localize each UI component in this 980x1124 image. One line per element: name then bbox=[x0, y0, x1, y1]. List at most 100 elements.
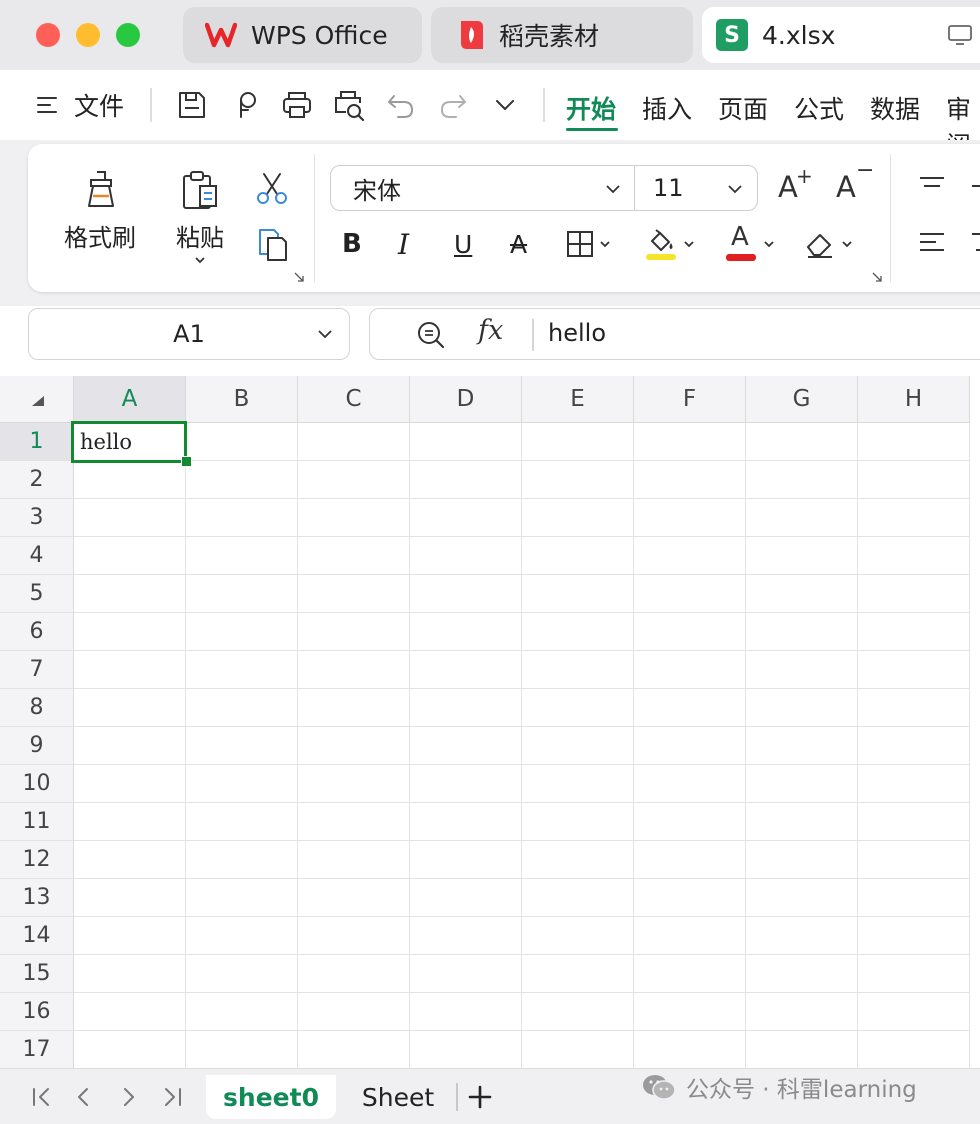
column-header-e[interactable]: E bbox=[522, 376, 634, 423]
cell-b8[interactable] bbox=[186, 689, 298, 727]
cell-d11[interactable] bbox=[410, 803, 522, 841]
cell-b12[interactable] bbox=[186, 841, 298, 879]
cell-e2[interactable] bbox=[522, 461, 634, 499]
cell-g7[interactable] bbox=[746, 651, 858, 689]
cell-b13[interactable] bbox=[186, 879, 298, 917]
cell-e3[interactable] bbox=[522, 499, 634, 537]
row-header-13[interactable]: 13 bbox=[0, 879, 74, 917]
cell-h9[interactable] bbox=[858, 727, 970, 765]
row-header-9[interactable]: 9 bbox=[0, 727, 74, 765]
sheet-tab-sheet[interactable]: Sheet bbox=[350, 1075, 446, 1119]
formula-bar[interactable]: fx hello bbox=[369, 308, 980, 360]
increase-font-size-button[interactable]: A + bbox=[778, 164, 813, 204]
zoom-window-button[interactable] bbox=[116, 23, 140, 47]
row-header-6[interactable]: 6 bbox=[0, 613, 74, 651]
last-sheet-icon[interactable] bbox=[158, 1083, 186, 1111]
cell-h15[interactable] bbox=[858, 955, 970, 993]
row-header-15[interactable]: 15 bbox=[0, 955, 74, 993]
cell-a6[interactable] bbox=[74, 613, 186, 651]
cell-c8[interactable] bbox=[298, 689, 410, 727]
cell-a7[interactable] bbox=[74, 651, 186, 689]
cell-a8[interactable] bbox=[74, 689, 186, 727]
borders-button[interactable] bbox=[566, 224, 612, 264]
row-header-5[interactable]: 5 bbox=[0, 575, 74, 613]
cell-g5[interactable] bbox=[746, 575, 858, 613]
cell-b5[interactable] bbox=[186, 575, 298, 613]
cell-g16[interactable] bbox=[746, 993, 858, 1031]
column-header-d[interactable]: D bbox=[410, 376, 522, 423]
column-header-c[interactable]: C bbox=[298, 376, 410, 423]
cell-h11[interactable] bbox=[858, 803, 970, 841]
cell-b2[interactable] bbox=[186, 461, 298, 499]
cell-h14[interactable] bbox=[858, 917, 970, 955]
row-header-7[interactable]: 7 bbox=[0, 651, 74, 689]
row-header-11[interactable]: 11 bbox=[0, 803, 74, 841]
file-menu[interactable]: 文件 bbox=[36, 70, 124, 140]
cell-e6[interactable] bbox=[522, 613, 634, 651]
cut-scissors-icon[interactable] bbox=[252, 170, 292, 206]
bold-button[interactable]: B bbox=[342, 224, 362, 264]
name-box[interactable]: A1 bbox=[28, 308, 350, 360]
cell-f6[interactable] bbox=[634, 613, 746, 651]
clipboard-dialog-launcher-icon[interactable] bbox=[294, 272, 304, 282]
cell-g15[interactable] bbox=[746, 955, 858, 993]
cell-g13[interactable] bbox=[746, 879, 858, 917]
cell-f2[interactable] bbox=[634, 461, 746, 499]
tab-page[interactable]: 页面 bbox=[718, 90, 768, 126]
row-header-16[interactable]: 16 bbox=[0, 993, 74, 1031]
cell-h12[interactable] bbox=[858, 841, 970, 879]
cell-d5[interactable] bbox=[410, 575, 522, 613]
cell-f12[interactable] bbox=[634, 841, 746, 879]
cell-g10[interactable] bbox=[746, 765, 858, 803]
cell-c1[interactable] bbox=[298, 423, 410, 461]
cell-e11[interactable] bbox=[522, 803, 634, 841]
cell-f8[interactable] bbox=[634, 689, 746, 727]
format-painter-button[interactable]: 格式刷 bbox=[62, 168, 138, 253]
cell-c14[interactable] bbox=[298, 917, 410, 955]
cell-a1[interactable]: hello bbox=[74, 423, 186, 461]
cell-a17[interactable] bbox=[74, 1031, 186, 1069]
cell-c15[interactable] bbox=[298, 955, 410, 993]
cell-d14[interactable] bbox=[410, 917, 522, 955]
cell-g2[interactable] bbox=[746, 461, 858, 499]
cell-e7[interactable] bbox=[522, 651, 634, 689]
cell-f9[interactable] bbox=[634, 727, 746, 765]
cell-g11[interactable] bbox=[746, 803, 858, 841]
cell-e10[interactable] bbox=[522, 765, 634, 803]
cell-d13[interactable] bbox=[410, 879, 522, 917]
cell-a2[interactable] bbox=[74, 461, 186, 499]
cell-d4[interactable] bbox=[410, 537, 522, 575]
column-header-b[interactable]: B bbox=[186, 376, 298, 423]
cell-a4[interactable] bbox=[74, 537, 186, 575]
cell-c10[interactable] bbox=[298, 765, 410, 803]
cell-f14[interactable] bbox=[634, 917, 746, 955]
prev-sheet-icon[interactable] bbox=[70, 1083, 98, 1111]
cell-g14[interactable] bbox=[746, 917, 858, 955]
row-header-4[interactable]: 4 bbox=[0, 537, 74, 575]
add-sheet-plus-icon[interactable] bbox=[466, 1083, 494, 1111]
cell-e8[interactable] bbox=[522, 689, 634, 727]
cell-e15[interactable] bbox=[522, 955, 634, 993]
cell-e4[interactable] bbox=[522, 537, 634, 575]
cell-h2[interactable] bbox=[858, 461, 970, 499]
cell-g8[interactable] bbox=[746, 689, 858, 727]
cell-b16[interactable] bbox=[186, 993, 298, 1031]
tab-formula[interactable]: 公式 bbox=[794, 90, 844, 126]
cell-c11[interactable] bbox=[298, 803, 410, 841]
italic-button[interactable]: I bbox=[398, 224, 409, 264]
cell-g17[interactable] bbox=[746, 1031, 858, 1069]
row-header-3[interactable]: 3 bbox=[0, 499, 74, 537]
font-name-select[interactable]: 宋体 bbox=[330, 165, 636, 211]
cell-b3[interactable] bbox=[186, 499, 298, 537]
cell-a10[interactable] bbox=[74, 765, 186, 803]
cell-c13[interactable] bbox=[298, 879, 410, 917]
cell-c5[interactable] bbox=[298, 575, 410, 613]
formula-input[interactable]: hello bbox=[548, 319, 606, 347]
cell-h5[interactable] bbox=[858, 575, 970, 613]
cell-e14[interactable] bbox=[522, 917, 634, 955]
tab-home[interactable]: 开始 bbox=[566, 90, 616, 126]
cell-c2[interactable] bbox=[298, 461, 410, 499]
cell-b14[interactable] bbox=[186, 917, 298, 955]
cell-g6[interactable] bbox=[746, 613, 858, 651]
tab-daoke-materials[interactable]: 稻壳素材 bbox=[431, 7, 693, 63]
